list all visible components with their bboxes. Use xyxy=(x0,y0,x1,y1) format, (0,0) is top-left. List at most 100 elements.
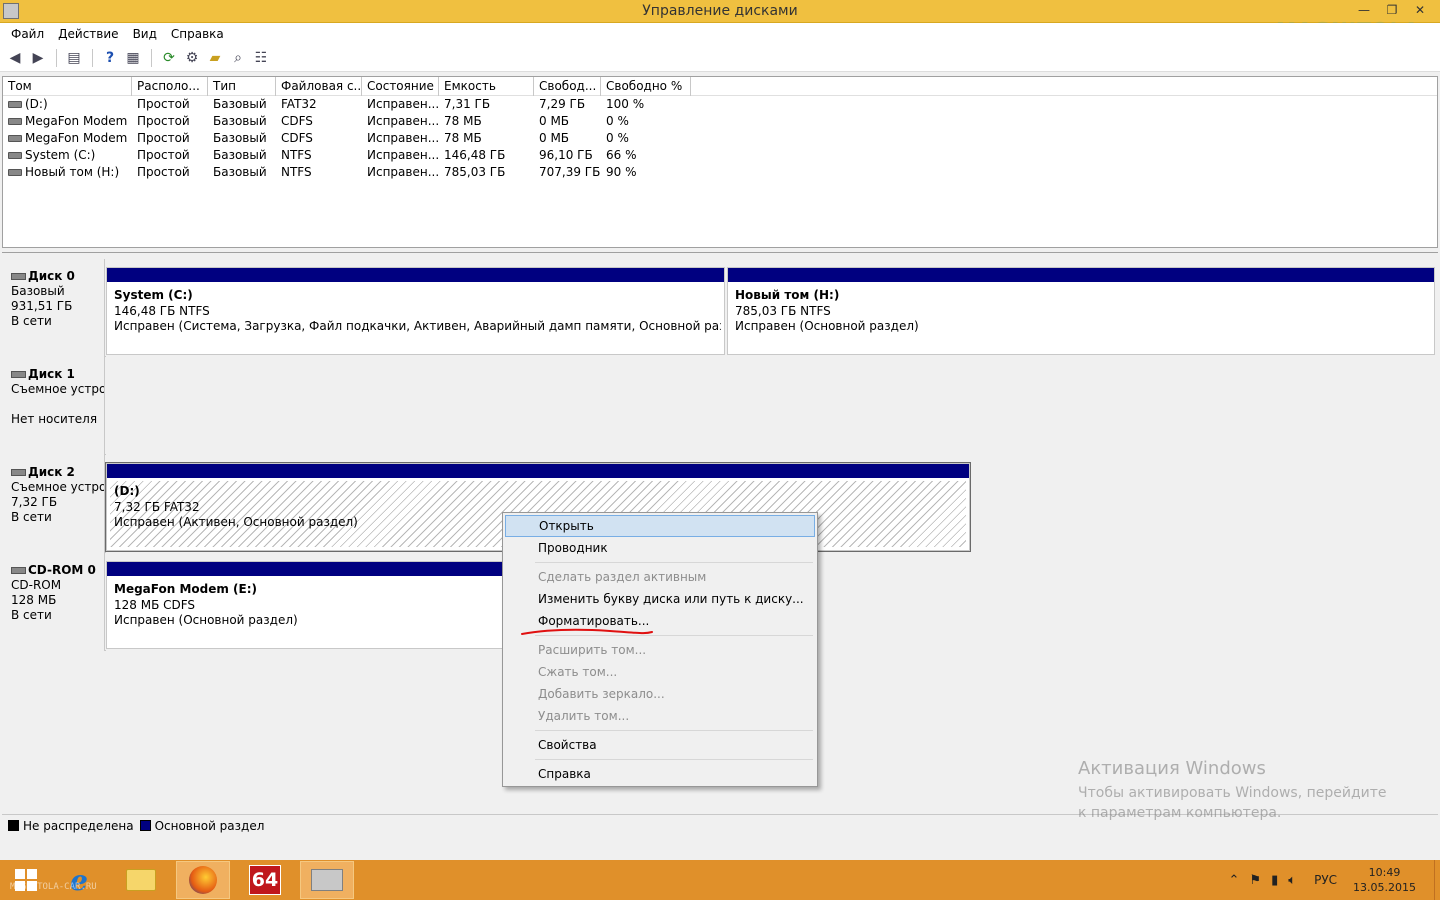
free-percent-cell: 0 % xyxy=(606,114,629,128)
status-cell: Исправен... xyxy=(367,148,439,162)
table-row[interactable]: MegaFon Modem ... Простой Базовый CDFS И… xyxy=(3,113,1437,130)
free-percent-cell: 90 % xyxy=(606,165,637,179)
free-cell: 0 МБ xyxy=(539,114,570,128)
drive-icon xyxy=(8,152,22,159)
capacity-cell: 78 МБ xyxy=(444,114,482,128)
network-signal-icon[interactable]: ▮ xyxy=(1271,873,1278,888)
clock-time: 10:49 xyxy=(1368,866,1401,879)
column-type[interactable]: Тип xyxy=(208,77,276,96)
taskbar-firefox[interactable] xyxy=(176,861,230,899)
disk-label-2[interactable]: Диск 2 Съемное устройство 7,32 ГБ В сети xyxy=(2,455,105,553)
primary-partition-bar xyxy=(728,268,1434,282)
volume-icon[interactable]: 🔈︎ xyxy=(1288,873,1296,888)
disk-label-cdrom-0[interactable]: CD-ROM 0 CD-ROM 128 МБ В сети xyxy=(2,553,105,651)
properties-icon[interactable]: ⚙ xyxy=(181,48,203,68)
menu-item-make-active: Сделать раздел активным xyxy=(538,570,707,584)
menu-action[interactable]: Действие xyxy=(51,27,125,41)
action-center-flag-icon[interactable]: ⚑ xyxy=(1249,873,1261,888)
menu-help[interactable]: Справка xyxy=(164,27,231,41)
taskbar-aida64[interactable]: 64 xyxy=(238,861,292,899)
type-cell: Базовый xyxy=(213,131,267,145)
menu-item-open[interactable]: Открыть xyxy=(505,515,815,537)
menu-item-add-mirror: Добавить зеркало... xyxy=(538,687,665,701)
menu-item-change-letter[interactable]: Изменить букву диска или путь к диску... xyxy=(505,588,815,610)
table-row[interactable]: MegaFon Modem ... Простой Базовый CDFS И… xyxy=(3,130,1437,147)
type-cell: Базовый xyxy=(213,165,267,179)
type-cell: Базовый xyxy=(213,114,267,128)
taskbar-file-explorer[interactable] xyxy=(114,861,168,899)
free-cell: 96,10 ГБ xyxy=(539,148,593,162)
primary-partition-bar xyxy=(107,562,505,576)
menu-separator xyxy=(535,759,813,760)
menu-bar: Файл Действие Вид Справка xyxy=(0,23,1440,45)
disk-row-1: Диск 1 Съемное устройство Нет носителя xyxy=(2,357,1438,455)
menu-item-properties[interactable]: Свойства xyxy=(505,734,815,756)
window-controls: — ❐ ✕ xyxy=(1350,0,1434,20)
partition-megafon-e[interactable]: MegaFon Modem (E:) 128 МБ CDFS Исправен … xyxy=(106,561,506,649)
cdrom-icon xyxy=(8,135,22,142)
layout-cell: Простой xyxy=(137,165,190,179)
red-underline-annotation xyxy=(521,628,653,635)
title-bar: Управление дисками — ❐ ✕ xyxy=(0,0,1440,23)
cdrom-icon xyxy=(11,567,26,574)
layout-cell: Простой xyxy=(137,148,190,162)
cdrom-icon xyxy=(8,118,22,125)
taskbar-disk-management[interactable] xyxy=(300,861,354,899)
help-icon[interactable]: ? xyxy=(99,48,121,68)
minimize-button[interactable]: — xyxy=(1350,0,1378,20)
capacity-cell: 78 МБ xyxy=(444,131,482,145)
show-hide-tree-icon[interactable]: ▤ xyxy=(63,48,85,68)
layout-cell: Простой xyxy=(137,114,190,128)
table-row[interactable]: (D:) Простой Базовый FAT32 Исправен... 7… xyxy=(3,96,1437,113)
settings-icon[interactable]: ☷ xyxy=(250,48,272,68)
firefox-icon xyxy=(189,866,217,894)
search-icon[interactable]: ⌕ xyxy=(227,48,249,68)
show-hidden-icons-icon[interactable]: ⌃ xyxy=(1229,873,1240,888)
menu-file[interactable]: Файл xyxy=(4,27,51,41)
partition-system-c[interactable]: System (C:) 146,48 ГБ NTFS Исправен (Сис… xyxy=(106,267,725,355)
disk-label-1[interactable]: Диск 1 Съемное устройство Нет носителя xyxy=(2,357,105,455)
column-volume[interactable]: Том xyxy=(3,77,132,96)
back-arrow-icon[interactable]: ◀ xyxy=(4,48,26,68)
drive-icon xyxy=(8,169,22,176)
column-layout[interactable]: Располо... xyxy=(132,77,208,96)
free-percent-cell: 100 % xyxy=(606,97,645,111)
forward-arrow-icon[interactable]: ▶ xyxy=(27,48,49,68)
action-pane-icon[interactable]: ▦ xyxy=(122,48,144,68)
menu-item-explorer[interactable]: Проводник xyxy=(505,537,815,559)
disk-label-0[interactable]: Диск 0 Базовый 931,51 ГБ В сети xyxy=(2,259,105,357)
free-cell: 707,39 ГБ xyxy=(539,165,601,179)
column-free-percent[interactable]: Свободно % xyxy=(601,77,691,96)
primary-partition-bar xyxy=(107,464,969,478)
layout-cell: Простой xyxy=(137,97,190,111)
capacity-cell: 7,31 ГБ xyxy=(444,97,491,111)
context-menu: Открыть Проводник Сделать раздел активны… xyxy=(502,512,818,787)
close-button[interactable]: ✕ xyxy=(1406,0,1434,20)
column-free[interactable]: Свобод... xyxy=(534,77,601,96)
table-row[interactable]: Новый том (H:) Простой Базовый NTFS Испр… xyxy=(3,164,1437,181)
start-button[interactable] xyxy=(0,860,52,900)
menu-item-help[interactable]: Справка xyxy=(505,763,815,785)
volume-list-header: Том Располо... Тип Файловая с... Состоян… xyxy=(3,77,1437,96)
removable-disk-icon xyxy=(11,469,26,476)
status-cell: Исправен... xyxy=(367,131,439,145)
toolbar-separator xyxy=(92,49,93,67)
status-cell: Исправен... xyxy=(367,97,439,111)
legend-primary-partition: Основной раздел xyxy=(139,819,264,833)
table-row[interactable]: System (C:) Простой Базовый NTFS Исправе… xyxy=(3,147,1437,164)
open-folder-icon[interactable]: ▰ xyxy=(204,48,226,68)
volume-name-cell: MegaFon Modem ... xyxy=(3,113,132,130)
maximize-button[interactable]: ❐ xyxy=(1378,0,1406,20)
clock[interactable]: 10:49 13.05.2015 xyxy=(1353,865,1416,895)
input-language[interactable]: РУС xyxy=(1314,873,1337,887)
legend-swatch xyxy=(8,820,19,831)
show-desktop-button[interactable] xyxy=(1434,860,1440,900)
column-capacity[interactable]: Емкость xyxy=(439,77,534,96)
partition-new-volume-h[interactable]: Новый том (H:) 785,03 ГБ NTFS Исправен (… xyxy=(727,267,1435,355)
column-status[interactable]: Состояние xyxy=(362,77,439,96)
status-cell: Исправен... xyxy=(367,165,439,179)
column-filesystem[interactable]: Файловая с... xyxy=(276,77,362,96)
refresh-icon[interactable]: ⟳ xyxy=(158,48,180,68)
taskbar-internet-explorer[interactable]: e xyxy=(52,861,106,899)
menu-view[interactable]: Вид xyxy=(126,27,164,41)
